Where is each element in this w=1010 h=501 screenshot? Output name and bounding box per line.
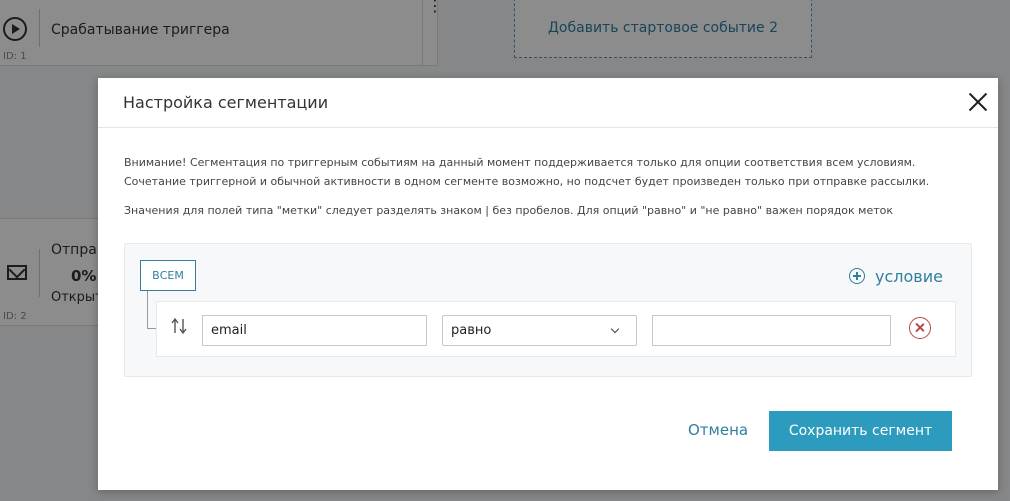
segment-conditions-box: ВСЕМ условие email равно — [124, 243, 972, 377]
condition-row: email равно — [156, 301, 956, 357]
match-mode-toggle[interactable]: ВСЕМ — [140, 260, 196, 291]
tags-hint: Значения для полей типа "метки" следует … — [124, 204, 894, 217]
condition-value-input[interactable] — [652, 315, 891, 346]
condition-operator-value: равно — [451, 323, 492, 338]
modal-header: Настройка сегментации — [98, 78, 998, 128]
segmentation-modal: Настройка сегментации Внимание! Сегмента… — [98, 78, 998, 490]
sort-icon[interactable] — [171, 317, 187, 335]
modal-title: Настройка сегментации — [123, 93, 329, 112]
cancel-button[interactable]: Отмена — [688, 421, 748, 439]
remove-condition-icon[interactable] — [909, 317, 931, 339]
add-condition-button[interactable]: условие — [849, 264, 943, 288]
condition-field-input[interactable]: email — [202, 315, 427, 346]
plus-circle-icon — [849, 268, 865, 284]
save-segment-button[interactable]: Сохранить сегмент — [769, 411, 952, 451]
add-condition-label: условие — [875, 266, 943, 286]
condition-operator-select[interactable]: равно — [442, 315, 637, 346]
chevron-down-icon — [610, 324, 620, 334]
segmentation-warning: Внимание! Сегментация по триггерным собы… — [124, 156, 930, 188]
close-icon[interactable] — [968, 92, 988, 112]
